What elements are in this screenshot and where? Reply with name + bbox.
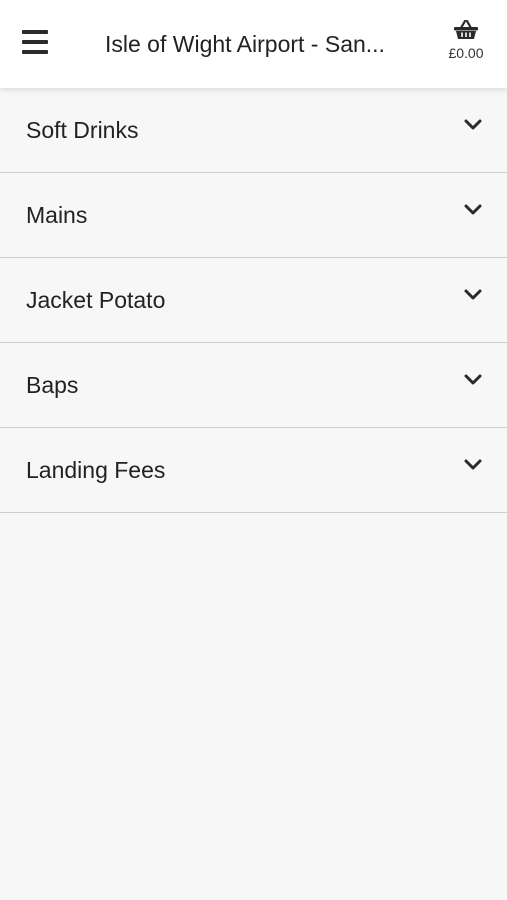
chevron-down-icon (464, 289, 482, 300)
category-label: Soft Drinks (26, 117, 139, 143)
chevron-down-icon (464, 119, 482, 130)
category-label: Jacket Potato (26, 287, 166, 313)
chevron-down-icon (464, 459, 482, 470)
page-title: Isle of Wight Airport - San... (105, 31, 385, 57)
chevron-down-icon (464, 204, 482, 215)
category-soft-drinks[interactable]: Soft Drinks (0, 88, 507, 173)
menu-button[interactable] (22, 30, 48, 56)
basket-icon (454, 20, 478, 39)
category-mains[interactable]: Mains (0, 173, 507, 258)
app-header: Isle of Wight Airport - San... £0.00 (0, 0, 507, 88)
category-label: Baps (26, 372, 79, 398)
category-label: Mains (26, 202, 88, 228)
basket-total: £0.00 (448, 45, 484, 61)
basket-button[interactable]: £0.00 (437, 20, 495, 61)
category-label: Landing Fees (26, 457, 166, 483)
category-list: Soft Drinks Mains Jacket Potato Baps Lan… (0, 88, 507, 513)
category-jacket-potato[interactable]: Jacket Potato (0, 258, 507, 343)
category-landing-fees[interactable]: Landing Fees (0, 428, 507, 513)
category-baps[interactable]: Baps (0, 343, 507, 428)
hamburger-menu-icon (22, 30, 48, 34)
chevron-down-icon (464, 374, 482, 385)
